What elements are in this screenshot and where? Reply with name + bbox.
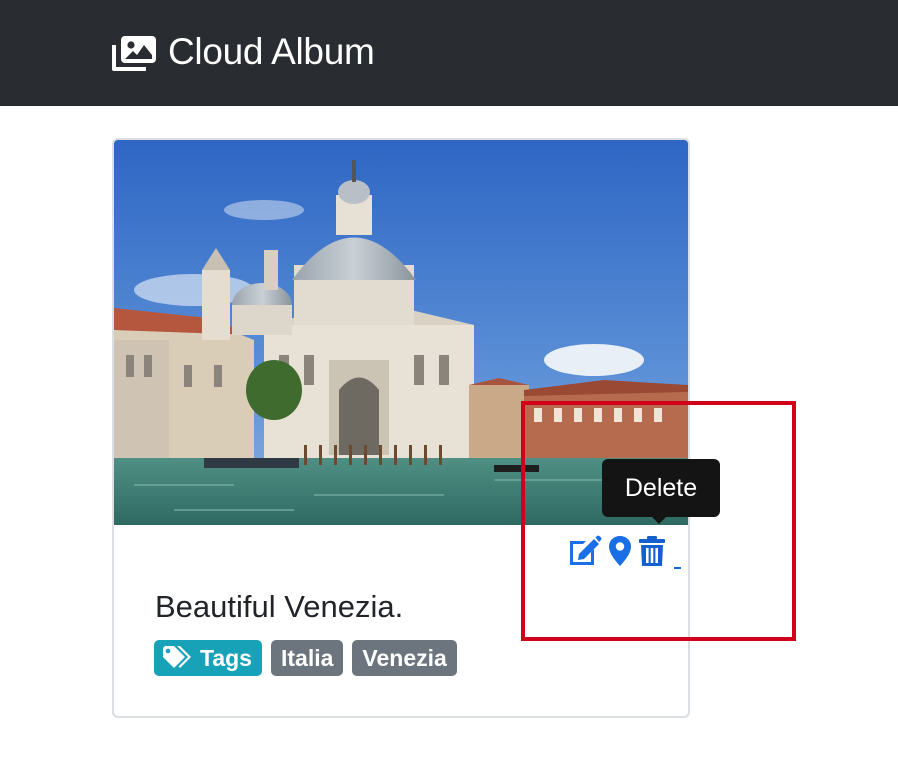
brand-link[interactable]: Cloud Album (112, 30, 375, 74)
tag-badge-venezia[interactable]: Venezia (352, 640, 457, 676)
tags-icon (163, 646, 191, 668)
navbar: Cloud Album (0, 0, 898, 106)
brand-title: Cloud Album (168, 31, 375, 72)
tags-badge: Tags (154, 640, 262, 676)
highlight-box (521, 401, 796, 641)
tags-label: Tags (200, 644, 252, 671)
images-icon (112, 36, 156, 71)
photo-caption: Beautiful Venezia. (155, 589, 404, 624)
tag-badge-italia[interactable]: Italia (270, 640, 344, 676)
tag-list: Tags Italia Venezia (154, 640, 457, 676)
